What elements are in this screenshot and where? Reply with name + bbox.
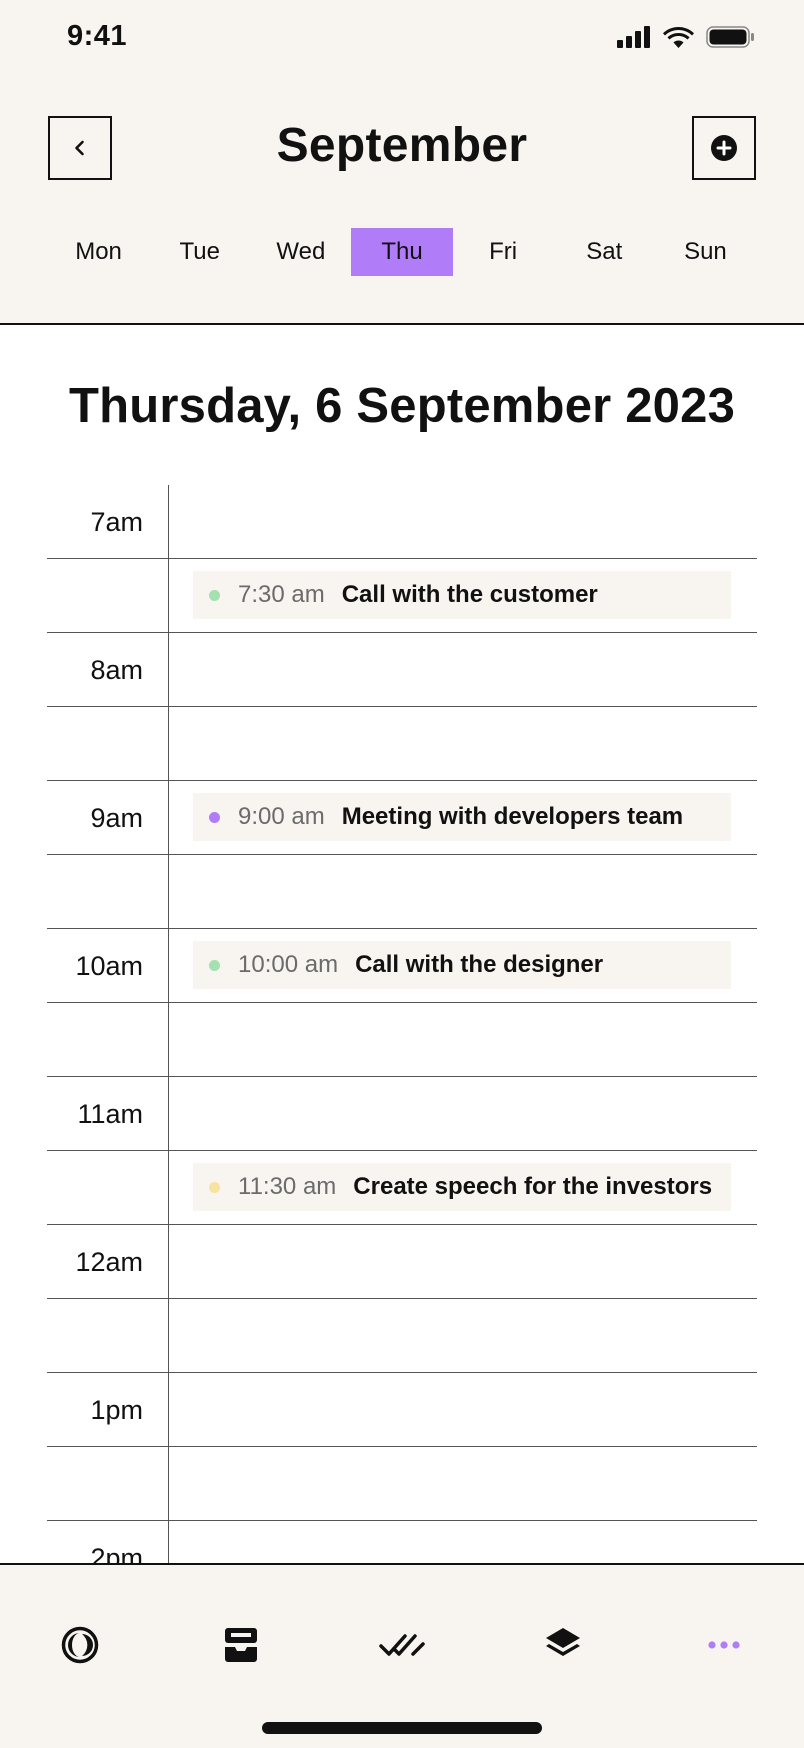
weekday-fri[interactable]: Fri <box>453 228 554 276</box>
tab-completed[interactable] <box>377 1620 427 1670</box>
weekday-tue[interactable]: Tue <box>149 228 250 276</box>
header: 9:41 September Mon Tue Wed Thu Fri Sat S… <box>0 0 804 325</box>
tab-focus[interactable] <box>55 1620 105 1670</box>
tab-more[interactable] <box>699 1620 749 1670</box>
day-title: Thursday, 6 September 2023 <box>68 379 736 433</box>
event-time: 7:30 am <box>238 581 325 608</box>
event-item[interactable]: 9:00 am Meeting with developers team <box>193 793 731 841</box>
more-dots-icon <box>708 1641 740 1649</box>
wifi-icon <box>663 27 694 48</box>
time-slot[interactable]: 11:30 am Create speech for the investors <box>47 1151 757 1225</box>
hour-label: 2pm <box>90 1543 143 1563</box>
event-dot <box>209 811 220 823</box>
time-slot[interactable] <box>47 707 757 781</box>
time-slot[interactable]: 11am <box>47 1077 757 1151</box>
weekday-selector: Mon Tue Wed Thu Fri Sat Sun <box>48 228 756 276</box>
event-item[interactable]: 11:30 am Create speech for the investors <box>193 1163 731 1211</box>
time-slot[interactable]: 10am 10:00 am Call with the designer <box>47 929 757 1003</box>
hour-label: 11am <box>77 1099 143 1129</box>
event-time: 11:30 am <box>238 1173 337 1200</box>
event-time: 9:00 am <box>238 803 325 830</box>
event-title: Call with the designer <box>355 951 604 978</box>
time-slot[interactable]: 9am 9:00 am Meeting with developers team <box>47 781 757 855</box>
weekday-wed[interactable]: Wed <box>250 228 351 276</box>
tab-bar <box>0 1563 804 1748</box>
hour-label: 8am <box>90 655 143 685</box>
event-dot <box>209 959 220 971</box>
event-title: Call with the customer <box>341 581 598 608</box>
event-time: 10:00 am <box>238 951 339 978</box>
time-slot[interactable]: 12am <box>47 1225 757 1299</box>
month-title: September <box>276 119 528 172</box>
double-check-icon <box>379 1634 425 1656</box>
weekday-mon[interactable]: Mon <box>48 228 149 276</box>
event-dot <box>209 1181 220 1193</box>
event-title: Create speech for the investors <box>353 1173 713 1200</box>
status-time: 9:41 <box>67 20 128 52</box>
time-slot[interactable] <box>47 1447 757 1521</box>
tab-inbox[interactable] <box>216 1620 266 1670</box>
hour-label: 12am <box>75 1247 143 1277</box>
half-moon-icon <box>61 1626 99 1664</box>
weekday-sun[interactable]: Sun <box>655 228 756 276</box>
plus-circle-icon <box>711 135 737 161</box>
time-slot[interactable]: 2pm <box>47 1521 757 1563</box>
weekday-thu-selected[interactable]: Thu <box>351 228 453 276</box>
home-indicator <box>262 1722 542 1734</box>
time-slot[interactable]: 7am <box>47 485 757 559</box>
time-slot[interactable]: 7:30 am Call with the customer <box>47 559 757 633</box>
hour-label: 1pm <box>90 1395 143 1425</box>
status-icons <box>617 26 754 48</box>
event-dot <box>209 589 220 601</box>
weekday-sat[interactable]: Sat <box>554 228 655 276</box>
event-title: Meeting with developers team <box>341 803 684 830</box>
hour-label: 9am <box>90 803 143 833</box>
day-schedule[interactable]: 7am 7:30 am Call with the customer 8am 9… <box>47 485 757 1563</box>
add-event-button[interactable] <box>692 116 756 180</box>
time-slot[interactable]: 8am <box>47 633 757 707</box>
layers-icon <box>546 1628 580 1656</box>
hour-label: 7am <box>90 507 143 537</box>
time-slot[interactable]: 1pm <box>47 1373 757 1447</box>
hour-label: 10am <box>75 951 143 981</box>
time-slot[interactable] <box>47 1299 757 1373</box>
signal-icon <box>617 26 650 48</box>
time-slot[interactable] <box>47 855 757 929</box>
time-slot[interactable] <box>47 1003 757 1077</box>
event-item[interactable]: 7:30 am Call with the customer <box>193 571 731 619</box>
inbox-icon <box>225 1628 257 1662</box>
event-item[interactable]: 10:00 am Call with the designer <box>193 941 731 989</box>
tab-layers[interactable] <box>538 1620 588 1670</box>
battery-icon <box>706 26 754 48</box>
